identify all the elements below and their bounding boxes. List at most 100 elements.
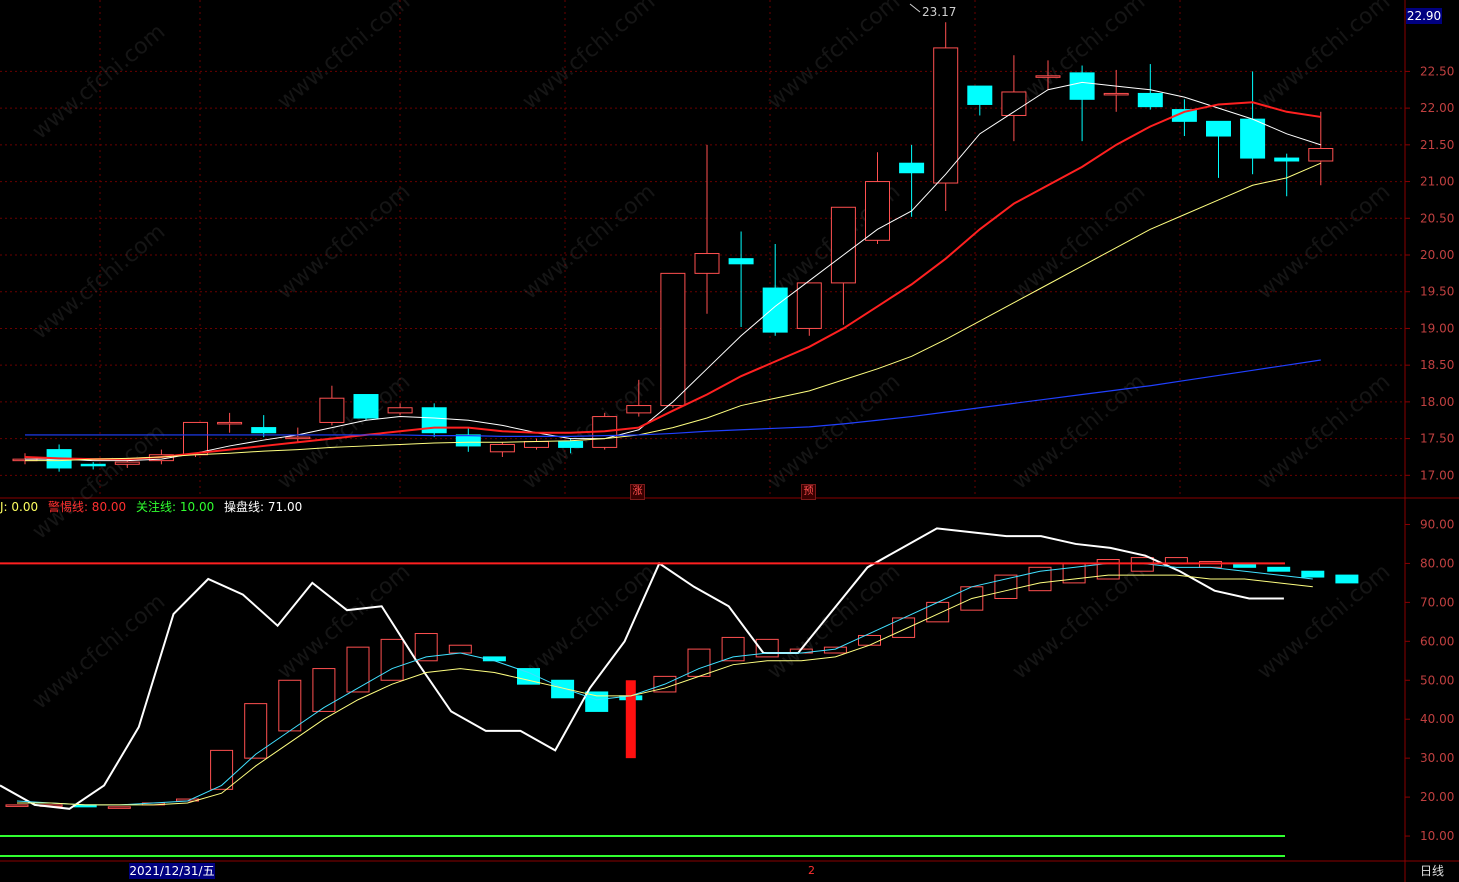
indicator-candle-up [5, 804, 29, 807]
price-tick-label: 19.50 [1420, 285, 1454, 299]
x-axis-marker: 2 [808, 864, 815, 877]
indicator-panel[interactable] [0, 527, 1359, 857]
signal-bar [625, 680, 636, 759]
indicator-candle-down [585, 691, 609, 712]
watermark-text: www.cfchi.com [518, 559, 660, 684]
watermark-text: www.cfchi.com [763, 559, 905, 684]
watermark-text: www.cfchi.com [28, 19, 170, 144]
watermark-text: www.cfchi.com [273, 0, 415, 115]
indicator-candle-up [210, 749, 234, 790]
watermark-layer: www.cfchi.com www.cfchi.com www.cfchi.com w… [28, 0, 1395, 715]
price-candle-up [1308, 148, 1334, 162]
indicator-candle-down [1267, 566, 1291, 572]
legend-j: J: 0.00 [0, 500, 39, 514]
price-candle-up [694, 253, 720, 274]
price-candle-up [387, 407, 413, 414]
price-candle-down [728, 258, 754, 265]
price-tick-label: 18.50 [1420, 358, 1454, 372]
price-candle-up [285, 436, 311, 440]
price-candle-down [1137, 92, 1163, 108]
indicator-legend: J: 0.00 警惕线: 80.00 关注线: 10.00 操盘线: 71.00 [0, 499, 308, 515]
price-candle-up [933, 47, 959, 184]
price-candle-up [524, 441, 549, 448]
price-candle-down [80, 463, 106, 467]
price-tick-label: 21.50 [1420, 138, 1454, 152]
tag-forecast[interactable]: 预 [801, 484, 816, 500]
indicator-candle-up [892, 617, 916, 638]
watermark-text: www.cfchi.com [1008, 179, 1150, 304]
price-candle-down [967, 85, 993, 105]
indicator-tick-label: 70.00 [1420, 595, 1454, 609]
indicator-candle-up [926, 601, 950, 623]
tag-rise[interactable]: 涨 [630, 484, 645, 500]
price-tick-label: 22.50 [1420, 64, 1454, 78]
price-tick-label: 19.00 [1420, 321, 1454, 335]
indicator-candle-up [380, 638, 404, 681]
watermark-text: www.cfchi.com [763, 0, 905, 115]
price-candle-down [1274, 157, 1300, 162]
indicator-candle-up [312, 668, 336, 712]
price-candle-down [1206, 120, 1231, 137]
price-candle-up [319, 397, 345, 423]
y-axis: 22.50 22.00 21.50 21.00 20.50 20.00 19.50 19.00… [1405, 64, 1454, 843]
indicator-tick-label: 30.00 [1420, 751, 1454, 765]
legend-watch-line: 关注线: 10.00 [136, 500, 215, 514]
stock-chart[interactable]: www.cfchi.com www.cfchi.com www.cfchi.com w… [0, 0, 1459, 882]
price-candle-up [796, 282, 822, 329]
price-candle-down [251, 427, 277, 434]
price-candle-up [626, 405, 652, 414]
period-selector[interactable]: 日线 [1420, 863, 1444, 879]
price-candle-down [558, 441, 584, 448]
price-candle-up [114, 461, 140, 465]
indicator-candle-down [551, 679, 575, 699]
indicator-candle-up [346, 646, 370, 693]
price-candle-up [1035, 75, 1061, 78]
indicator-tick-label: 90.00 [1420, 517, 1454, 531]
price-tick-label: 22.00 [1420, 101, 1454, 115]
indicator-tick-label: 40.00 [1420, 712, 1454, 726]
current-price-label: 22.90 [1406, 8, 1442, 24]
price-tick-label: 17.50 [1420, 432, 1454, 446]
watermark-text: www.cfchi.com [518, 179, 660, 304]
indicator-candle-down [1335, 574, 1359, 584]
indicator-candle-down [1301, 570, 1325, 578]
watermark-text: www.cfchi.com [1253, 0, 1395, 115]
price-tick-label: 18.00 [1420, 395, 1454, 409]
price-candle-down [899, 162, 925, 174]
watermark-text: www.cfchi.com [1253, 179, 1395, 304]
price-candle-down [1069, 72, 1095, 100]
watermark-text: www.cfchi.com [273, 179, 415, 304]
price-candle-up [183, 421, 208, 456]
price-tick-label: 20.00 [1420, 248, 1454, 262]
indicator-tick-label: 50.00 [1420, 673, 1454, 687]
indicator-tick-label: 60.00 [1420, 634, 1454, 648]
indicator-tick-label: 20.00 [1420, 790, 1454, 804]
watermark-text: www.cfchi.com [518, 0, 660, 115]
legend-warning-line: 警惕线: 80.00 [47, 500, 127, 514]
indicator-tick-label: 80.00 [1420, 556, 1454, 570]
price-candle-down [455, 434, 481, 447]
price-candle-down [1240, 118, 1266, 159]
legend-trade-line: 操盘线: 71.00 [224, 500, 303, 514]
price-candle-up [489, 443, 515, 453]
indicator-candle-up [244, 703, 268, 759]
indicator-candle-up [107, 806, 131, 809]
grid [0, 0, 1405, 498]
price-candle-down [353, 394, 379, 419]
watermark-text: www.cfchi.com [28, 419, 170, 544]
price-candle-up [830, 206, 856, 284]
watermark-text: www.cfchi.com [763, 369, 905, 494]
price-candle-up [660, 272, 686, 407]
watermark-text: www.cfchi.com [28, 219, 170, 344]
price-tick-label: 20.50 [1420, 211, 1454, 225]
watermark-text: www.cfchi.com [1253, 369, 1395, 494]
price-candle-up [865, 181, 890, 241]
high-marker-pointer [909, 3, 921, 13]
cursor-date-label: 2021/12/31/五 [129, 863, 215, 879]
price-candle-up [1103, 92, 1129, 96]
price-tick-label: 21.00 [1420, 175, 1454, 189]
price-candle-down [762, 287, 788, 333]
indicator-tick-label: 10.00 [1420, 829, 1454, 843]
price-tick-label: 17.00 [1420, 468, 1454, 482]
indicator-candle-up [278, 679, 302, 732]
